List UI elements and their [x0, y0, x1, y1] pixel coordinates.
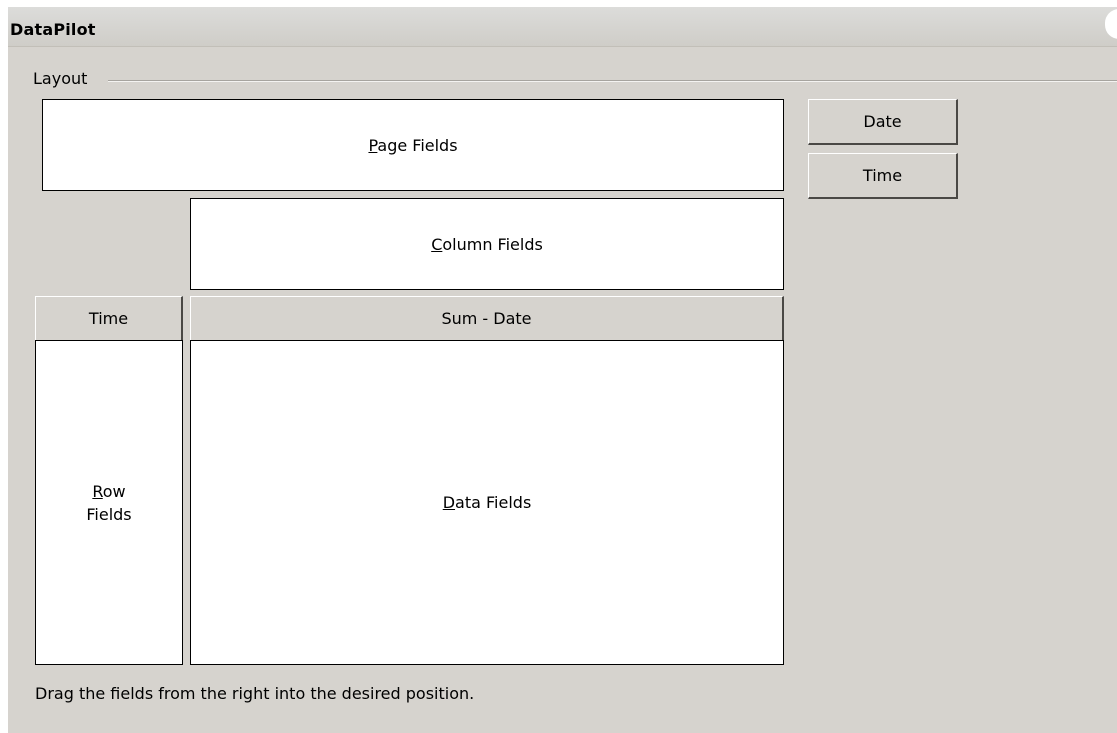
- data-field-sum-date-button[interactable]: Sum - Date: [190, 296, 784, 342]
- row-fields-label: Row Fields: [86, 481, 132, 524]
- row-fields-area[interactable]: Row Fields: [35, 340, 183, 665]
- layout-group-label: Layout: [33, 69, 92, 88]
- title-bar-corner: [1105, 9, 1117, 39]
- data-field-sum-date-label: Sum - Date: [441, 309, 532, 328]
- title-bar[interactable]: DataPilot: [8, 7, 1117, 47]
- datapilot-dialog: DataPilot Layout Page Fields Column Fiel…: [8, 7, 1117, 733]
- available-field-time-label: Time: [862, 166, 903, 185]
- drag-hint-text: Drag the fields from the right into the …: [35, 684, 475, 703]
- column-fields-area[interactable]: Column Fields: [190, 198, 784, 290]
- available-field-date-button[interactable]: Date: [808, 99, 958, 145]
- data-fields-area[interactable]: Data Fields: [190, 340, 784, 665]
- row-field-time-label: Time: [88, 309, 129, 328]
- available-field-date-label: Date: [863, 112, 902, 131]
- window-title: DataPilot: [10, 20, 96, 39]
- available-field-time-button[interactable]: Time: [808, 153, 958, 199]
- data-fields-label: Data Fields: [442, 493, 532, 512]
- layout-group-separator: [108, 80, 1117, 82]
- column-fields-label: Column Fields: [431, 234, 543, 254]
- page-fields-area[interactable]: Page Fields: [42, 99, 784, 191]
- page-fields-label: Page Fields: [368, 135, 458, 155]
- row-field-time-button[interactable]: Time: [35, 296, 183, 342]
